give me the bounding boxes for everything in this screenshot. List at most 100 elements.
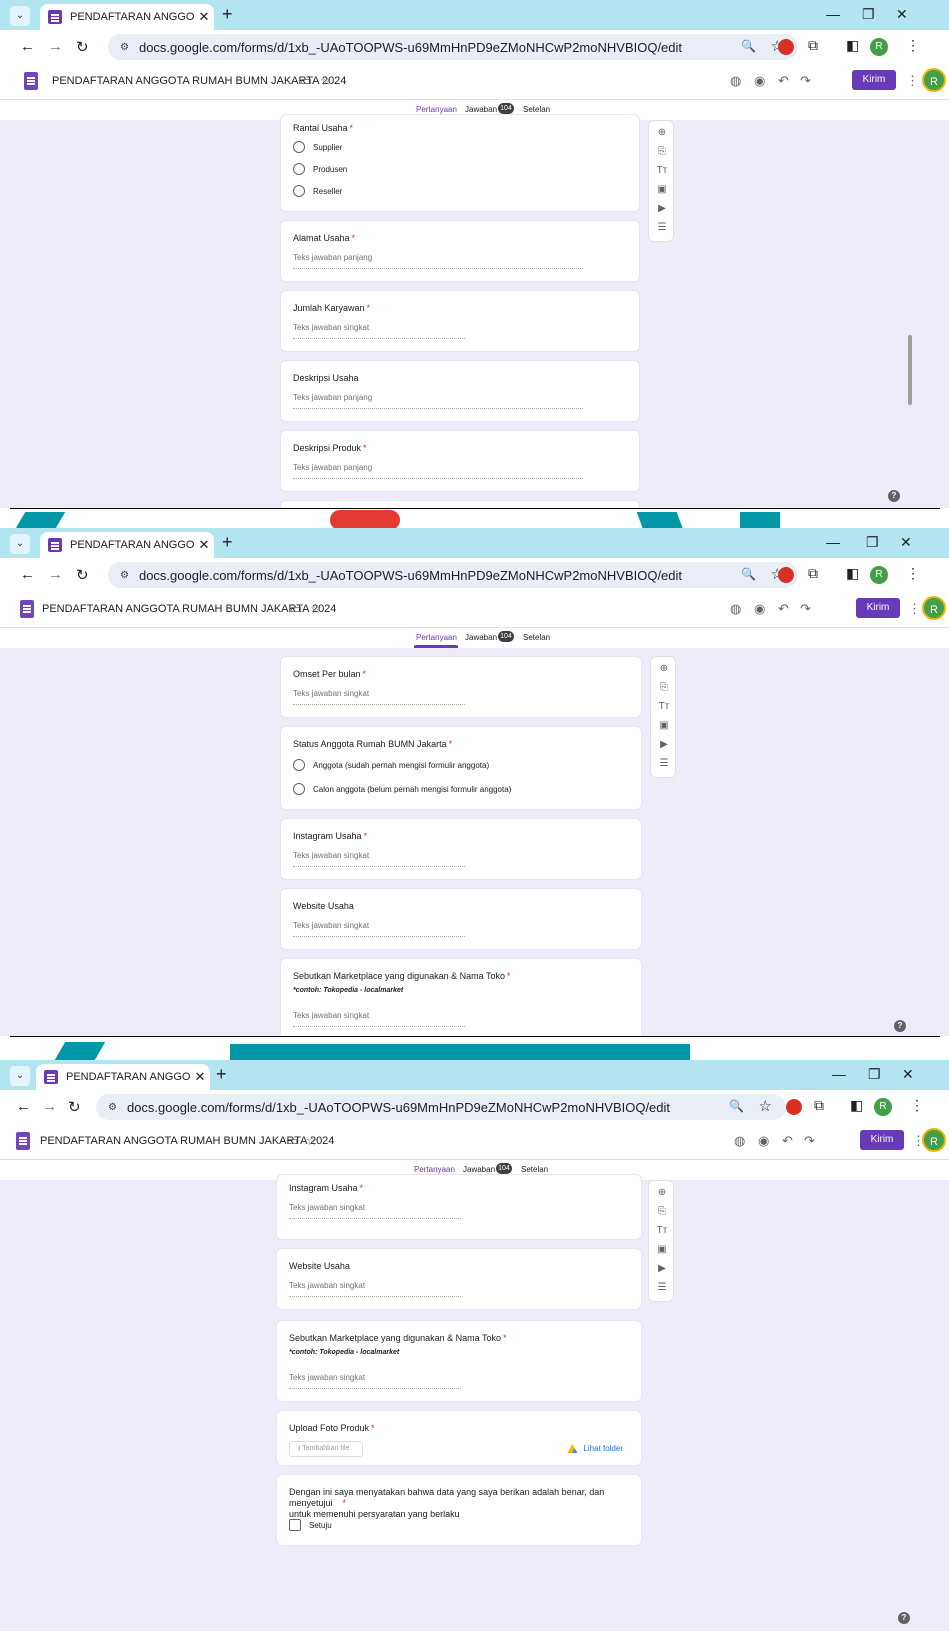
- radio-option[interactable]: Reseller: [293, 185, 342, 197]
- restore-icon[interactable]: ❐: [868, 1066, 881, 1083]
- extension-icon[interactable]: [778, 567, 794, 583]
- question-card[interactable]: [280, 500, 640, 508]
- add-file-button[interactable]: ⭳ Tambahkan file: [289, 1441, 363, 1457]
- new-tab-button[interactable]: +: [222, 4, 233, 25]
- section-icon[interactable]: ☰: [654, 222, 670, 233]
- question-card[interactable]: Sebutkan Marketplace yang digunakan & Na…: [276, 1320, 642, 1402]
- preview-eye-icon[interactable]: ◉: [754, 73, 765, 89]
- account-avatar[interactable]: R: [922, 596, 946, 620]
- extension-icon[interactable]: [786, 1099, 802, 1115]
- tab-questions[interactable]: Pertanyaan: [414, 1165, 455, 1174]
- star-icon[interactable]: ☆: [310, 601, 322, 617]
- url-field[interactable]: ⚙ docs.google.com/forms/d/1xb_-UAoTOOPWS…: [108, 562, 798, 588]
- question-card[interactable]: Instagram Usaha * Teks jawaban singkat: [276, 1174, 642, 1240]
- minimize-icon[interactable]: —: [826, 534, 840, 550]
- add-question-icon[interactable]: ⊕: [654, 1187, 670, 1198]
- import-questions-icon[interactable]: ⎘: [654, 146, 670, 157]
- radio-option[interactable]: Anggota (sudah pernah mengisi formulir a…: [293, 759, 489, 771]
- back-icon[interactable]: ←: [20, 566, 35, 583]
- add-question-icon[interactable]: ⊕: [654, 127, 670, 138]
- side-panel-icon[interactable]: ◧: [846, 565, 859, 582]
- extensions-puzzle-icon[interactable]: ⧉: [814, 1097, 824, 1114]
- title-text-icon[interactable]: Tт: [654, 165, 670, 176]
- question-card[interactable]: Dengan ini saya menyatakan bahwa data ya…: [276, 1474, 642, 1546]
- palette-icon[interactable]: ◍: [730, 73, 741, 89]
- section-icon[interactable]: ☰: [656, 758, 672, 769]
- folder-icon[interactable]: ▭: [290, 601, 302, 617]
- tab-settings[interactable]: Setelan: [523, 105, 550, 114]
- profile-avatar[interactable]: R: [870, 566, 888, 584]
- reload-icon[interactable]: ↻: [76, 566, 89, 584]
- video-icon[interactable]: ▶: [654, 203, 670, 214]
- folder-icon[interactable]: ▭: [300, 73, 312, 89]
- palette-icon[interactable]: ◍: [730, 601, 741, 617]
- radio-button[interactable]: [293, 185, 305, 197]
- more-options-icon[interactable]: ⋮: [906, 73, 919, 89]
- question-card[interactable]: Website Usaha Teks jawaban singkat: [276, 1248, 642, 1310]
- title-text-icon[interactable]: Tт: [654, 1225, 670, 1236]
- browser-tab[interactable]: PENDAFTARAN ANGGOTA RUM/ ✕: [40, 532, 214, 558]
- account-avatar[interactable]: R: [922, 68, 946, 92]
- site-info-icon[interactable]: ⚙: [120, 570, 129, 581]
- redo-icon[interactable]: ↷: [800, 601, 811, 617]
- radio-option[interactable]: Supplier: [293, 141, 342, 153]
- back-icon[interactable]: ←: [20, 38, 35, 55]
- browser-menu-icon[interactable]: ⋮: [906, 565, 920, 582]
- more-options-icon[interactable]: ⋮: [908, 601, 921, 617]
- star-icon[interactable]: ☆: [306, 1133, 318, 1149]
- forward-icon[interactable]: →: [48, 566, 63, 583]
- question-card[interactable]: Omset Per bulan * Teks jawaban singkat: [280, 656, 642, 718]
- add-question-icon[interactable]: ⊕: [656, 663, 672, 674]
- side-panel-icon[interactable]: ◧: [850, 1097, 863, 1114]
- question-card[interactable]: Upload Foto Produk * ⭳ Tambahkan file Lih…: [276, 1410, 642, 1466]
- view-folder-link[interactable]: Lihat folder: [567, 1444, 623, 1453]
- title-text-icon[interactable]: Tт: [656, 701, 672, 712]
- palette-icon[interactable]: ◍: [734, 1133, 745, 1149]
- question-card[interactable]: Status Anggota Rumah BUMN Jakarta * Anggo…: [280, 726, 642, 810]
- radio-option[interactable]: Calon anggota (belum pernah mengisi form…: [293, 783, 511, 795]
- zoom-icon[interactable]: 🔍: [741, 567, 756, 581]
- restore-icon[interactable]: ❐: [866, 534, 879, 551]
- forward-icon[interactable]: →: [48, 38, 63, 55]
- reload-icon[interactable]: ↻: [76, 38, 89, 56]
- help-icon[interactable]: ?: [898, 1612, 910, 1624]
- undo-icon[interactable]: ↶: [782, 1133, 793, 1149]
- star-icon[interactable]: ☆: [320, 73, 332, 89]
- tab-close-icon[interactable]: ✕: [194, 537, 214, 553]
- restore-icon[interactable]: ❐: [862, 6, 875, 23]
- bookmark-star-icon[interactable]: ☆: [759, 1097, 772, 1115]
- close-window-icon[interactable]: ✕: [896, 6, 908, 23]
- send-button[interactable]: Kirim: [856, 598, 900, 618]
- extensions-puzzle-icon[interactable]: ⧉: [808, 37, 818, 54]
- scrollbar-thumb[interactable]: [908, 335, 912, 405]
- account-avatar[interactable]: R: [922, 1128, 946, 1152]
- tab-questions[interactable]: Pertanyaan: [416, 633, 457, 642]
- image-icon[interactable]: ▣: [654, 1244, 670, 1255]
- video-icon[interactable]: ▶: [654, 1263, 670, 1274]
- url-field[interactable]: ⚙ docs.google.com/forms/d/1xb_-UAoTOOPWS…: [108, 34, 798, 60]
- tab-settings[interactable]: Setelan: [521, 1165, 548, 1174]
- send-button[interactable]: Kirim: [852, 70, 896, 90]
- image-icon[interactable]: ▣: [654, 184, 670, 195]
- zoom-icon[interactable]: 🔍: [729, 1099, 744, 1113]
- send-button[interactable]: Kirim: [860, 1130, 904, 1150]
- radio-button[interactable]: [293, 163, 305, 175]
- browser-tab[interactable]: PENDAFTARAN ANGGOTA RUM/ ✕: [36, 1064, 210, 1090]
- tab-responses[interactable]: Jawaban: [463, 1165, 495, 1174]
- browser-menu-icon[interactable]: ⋮: [910, 1097, 924, 1114]
- import-questions-icon[interactable]: ⎘: [656, 682, 672, 693]
- radio-option[interactable]: Produsen: [293, 163, 347, 175]
- import-questions-icon[interactable]: ⎘: [654, 1206, 670, 1217]
- redo-icon[interactable]: ↷: [804, 1133, 815, 1149]
- image-icon[interactable]: ▣: [656, 720, 672, 731]
- section-icon[interactable]: ☰: [654, 1282, 670, 1293]
- minimize-icon[interactable]: —: [826, 6, 840, 22]
- question-card[interactable]: Deskripsi Usaha Teks jawaban panjang: [280, 360, 640, 422]
- close-window-icon[interactable]: ✕: [900, 534, 912, 551]
- folder-icon[interactable]: ▭: [286, 1133, 298, 1149]
- reload-icon[interactable]: ↻: [68, 1098, 81, 1116]
- browser-tab[interactable]: PENDAFTARAN ANGGOTA RUM/ ✕: [40, 4, 214, 30]
- tab-search-button[interactable]: ⌄: [10, 1066, 30, 1086]
- radio-button[interactable]: [293, 783, 305, 795]
- undo-icon[interactable]: ↶: [778, 601, 789, 617]
